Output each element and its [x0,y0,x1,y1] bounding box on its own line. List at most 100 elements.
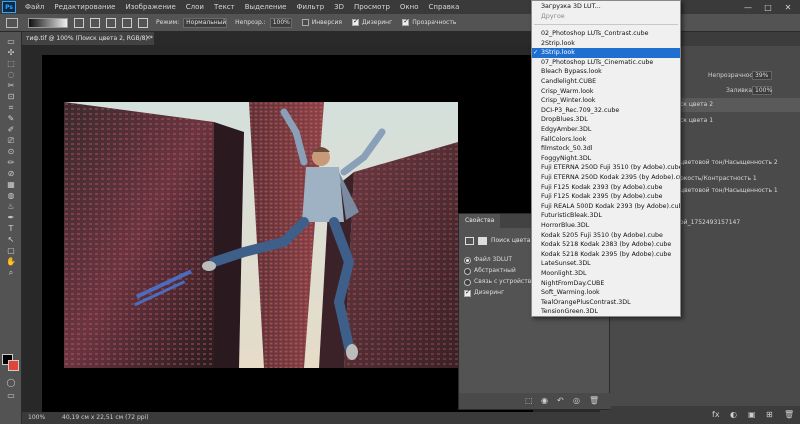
lut-item[interactable]: Moonlight.3DL [532,269,680,279]
lut-item[interactable]: Fuji ETERNA 250D Fuji 3510 (by Adobe).cu… [532,163,680,173]
3dlut-radio[interactable] [464,257,471,264]
lut-item[interactable]: Bleach Bypass.look [532,67,680,77]
photoshop-logo-icon[interactable]: Ps [2,1,16,13]
menu-edit[interactable]: Редактирование [49,3,120,11]
dither-checkbox[interactable] [351,17,359,26]
gradient-picker[interactable] [28,17,68,28]
menu-view[interactable]: Просмотр [349,3,395,11]
healing-brush-icon[interactable]: ✐ [0,124,22,135]
lut-item[interactable]: FallColors.look [532,135,680,145]
lut-item[interactable]: filmstock_50.3dl [532,144,680,154]
mode-select[interactable]: Нормальный [183,17,228,28]
lut-item[interactable]: HorrorBlue.3DL [532,221,680,231]
close-window-button[interactable]: ✕ [778,0,798,14]
pen-tool-icon[interactable]: ✒ [0,212,22,223]
layer-row[interactable]: цветовой тон/Насыщенность 1 [680,184,800,198]
rectangle-tool-icon[interactable]: ▢ [0,245,22,256]
lut-item[interactable]: Crisp_Warm.look [532,87,680,97]
background-color-swatch[interactable] [8,360,19,371]
lut-item[interactable]: FuturisticBleak.3DL [532,211,680,221]
lasso-tool-icon[interactable]: ◌ [0,69,22,80]
visibility-icon[interactable]: ◎ [573,396,580,405]
layer-row[interactable]: ск цвета 2 [680,98,800,112]
maximize-button[interactable]: □ [758,0,778,14]
eyedropper-tool-icon[interactable]: ✎ [0,113,22,124]
lut-item[interactable]: 2Strip.look [532,39,680,49]
menu-file[interactable]: Файл [20,3,49,11]
menu-select[interactable]: Выделение [240,3,292,11]
gradient-tool-icon[interactable] [6,17,18,28]
properties-tab[interactable]: Свойства [459,214,501,228]
mask-icon[interactable] [478,237,487,245]
opacity-input[interactable]: 100% [269,17,292,28]
gradient-tool-icon[interactable]: ▦ [0,179,22,190]
new-layer-icon[interactable]: ⊞ [766,410,773,419]
menu-type[interactable]: Текст [209,3,240,11]
hand-tool-icon[interactable]: ✋ [0,256,22,267]
transparency-checkbox[interactable] [402,17,410,26]
brush-tool-icon[interactable]: ✏ [0,157,22,168]
layer-opacity-input[interactable]: 39% [752,71,772,80]
lut-item[interactable]: TensionGreen.3DL [532,307,680,317]
diamond-gradient-icon[interactable] [138,17,148,28]
lut-item[interactable]: EdgyAmber.3DL [532,125,680,135]
trash-icon[interactable]: 🗑 [784,410,794,419]
artboard-tool-icon[interactable]: ✣ [0,47,22,58]
history-brush-icon[interactable]: ⊙ [0,146,22,157]
close-document-button[interactable]: ✕ [145,32,151,45]
view-previous-icon[interactable]: ◉ [541,396,548,405]
zoom-level[interactable]: 100% [28,412,45,424]
quick-mask-icon[interactable]: ◯ [0,377,22,388]
menu-image[interactable]: Изображение [120,3,180,11]
angle-gradient-icon[interactable] [106,17,116,28]
linear-gradient-icon[interactable] [74,17,84,28]
inverse-checkbox[interactable] [301,19,309,26]
marquee-tool-icon[interactable]: ⬚ [0,58,22,69]
slice-tool-icon[interactable]: ⌗ [0,102,22,113]
lut-item[interactable]: DCI-P3_Rec.709_32.cube [532,106,680,116]
lut-item[interactable]: TealOrangePlusContrast.3DL [532,298,680,308]
clone-stamp-icon[interactable]: ⎚ [0,135,22,146]
layer-row[interactable]: ск цвета 1 [680,114,800,128]
layer-row[interactable]: цветовой тон/Насыщенность 2 [680,156,800,170]
menu-3d[interactable]: 3D [329,3,349,11]
device-link-radio[interactable] [464,279,471,286]
radial-gradient-icon[interactable] [90,17,100,28]
lut-item[interactable]: 02_Photoshop LUTs_Contrast.cube [532,29,680,39]
eraser-tool-icon[interactable]: ⊘ [0,168,22,179]
adjustment-layer-icon[interactable]: ◐ [730,410,737,419]
lut-item[interactable]: Kodak 5218 Kodak 2395 (by Adobe).cube [532,250,680,260]
dither-checkbox[interactable] [464,288,471,297]
group-icon[interactable]: ▣ [748,410,756,419]
lut-item[interactable]: Fuji F125 Kodak 2393 (by Adobe).cube [532,183,680,193]
zoom-tool-icon[interactable]: ⌕ [0,267,22,278]
lut-item[interactable]: 3Strip.look [532,48,680,58]
crop-tool-icon[interactable]: ✂ [0,80,22,91]
lut-item[interactable]: Kodak 5205 Fuji 3510 (by Adobe).cube [532,231,680,241]
lut-item[interactable]: 07_Photoshop LUTs_Cinematic.cube [532,58,680,68]
lut-item[interactable]: Fuji ETERNA 250D Kodak 2395 (by Adobe).c… [532,173,680,183]
lut-item[interactable]: NightFromDay.CUBE [532,279,680,289]
reflected-gradient-icon[interactable] [122,17,132,28]
frame-tool-icon[interactable]: ⊡ [0,91,22,102]
menu-help[interactable]: Справка [424,3,465,11]
abstract-radio[interactable] [464,268,471,275]
lut-item[interactable]: LateSunset.3DL [532,259,680,269]
lut-item[interactable]: Crisp_Winter.look [532,96,680,106]
load-3dlut-item[interactable]: Загрузка 3D LUT... [532,2,680,12]
dodge-tool-icon[interactable]: ♨ [0,201,22,212]
document-tab[interactable]: тиф.tif @ 100% (Поиск цвета 2, RGB/8) * … [22,32,154,45]
screen-mode-icon[interactable]: ▭ [0,390,22,401]
menu-window[interactable]: Окно [395,3,424,11]
menu-filter[interactable]: Фильтр [291,3,329,11]
path-selection-icon[interactable]: ↖ [0,234,22,245]
blur-tool-icon[interactable]: ◍ [0,190,22,201]
clip-to-layer-icon[interactable]: ⬚ [525,396,533,405]
document-image[interactable] [64,102,458,368]
move-tool-icon[interactable]: ▭ [0,36,22,47]
layer-row[interactable]: ой_1752493157147 [680,216,800,230]
type-tool-icon[interactable]: T [0,223,22,234]
minimize-button[interactable]: — [738,0,758,14]
layer-fill-input[interactable]: 100% [752,86,772,95]
lut-item[interactable]: FoggyNight.3DL [532,154,680,164]
